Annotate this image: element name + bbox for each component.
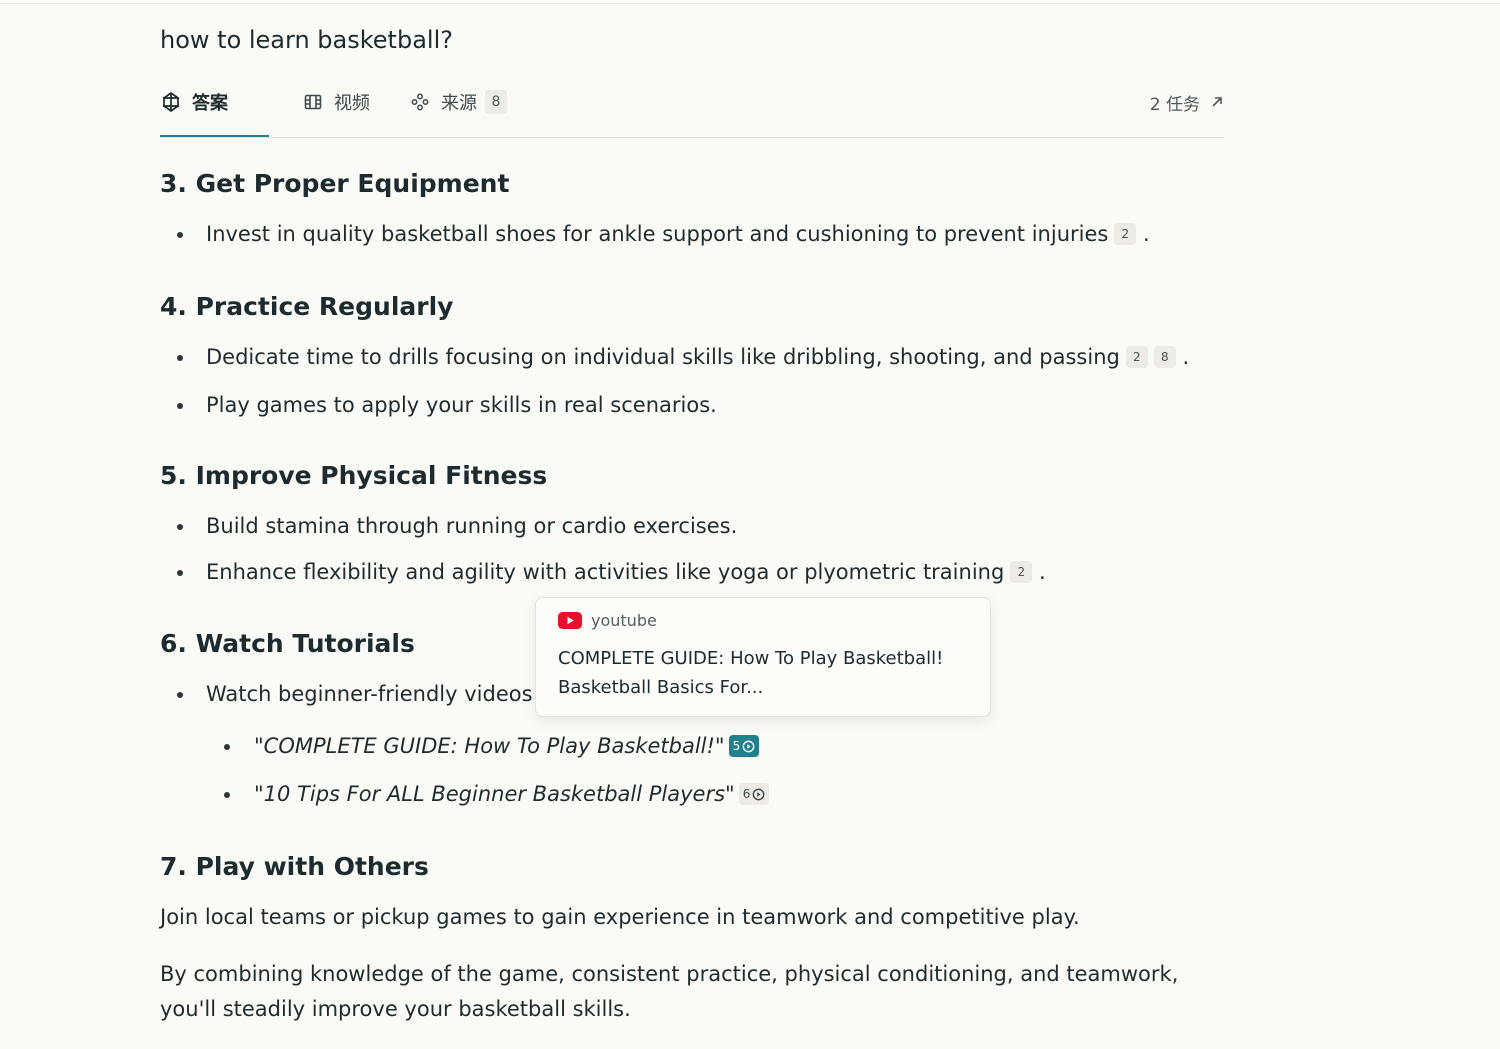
tasks-label: 2 任务 (1149, 94, 1200, 115)
query-title: how to learn basketball? (160, 26, 453, 54)
list-item: Play games to apply your skills in real … (177, 391, 717, 419)
youtube-icon (558, 612, 582, 629)
list-item: Dedicate time to drills focusing on indi… (176, 345, 1190, 369)
video-title: "10 Tips For ALL Beginner Basketball Pla… (254, 782, 735, 806)
source-preview-popup[interactable]: youtube COMPLETE GUIDE: How To Play Bask… (535, 597, 991, 717)
video-list-item: "COMPLETE GUIDE: How To Play Basketball!… (223, 732, 760, 760)
tab-answer[interactable]: 答案 (160, 86, 228, 118)
video-list-item: "10 Tips For ALL Beginner Basketball Pla… (223, 780, 770, 808)
tab-sources-label: 来源 (441, 93, 477, 114)
popup-title: COMPLETE GUIDE: How To Play Basketball! … (558, 648, 944, 698)
popup-source-name: youtube (591, 611, 657, 630)
video-citation-number: 6 (742, 787, 751, 801)
paragraph: Join local teams or pickup games to gain… (160, 905, 1080, 929)
sources-count-badge: 8 (485, 90, 507, 114)
tab-video-label: 视频 (334, 93, 370, 114)
section-heading: 6. Watch Tutorials (160, 629, 415, 658)
list-item: Build stamina through running or cardio … (176, 512, 738, 540)
video-citation-number: 5 (732, 739, 741, 753)
section-heading: 5. Improve Physical Fitness (160, 461, 548, 490)
video-citation-badge[interactable]: 6 (738, 783, 770, 805)
list-item-text: Build stamina through running or cardio … (206, 514, 738, 538)
play-circle-icon (752, 788, 765, 800)
citation-badge[interactable]: 8 (1153, 346, 1176, 368)
film-icon (302, 91, 324, 113)
citation-badge[interactable]: 2 (1010, 561, 1033, 583)
video-citation-badge[interactable]: 5 (728, 735, 760, 757)
summary-paragraph: By combining knowledge of the game, cons… (160, 962, 1179, 1021)
arrow-up-right-icon (1210, 95, 1224, 109)
list-item: Enhance flexibility and agility with act… (177, 560, 1046, 584)
tab-answer-label: 答案 (192, 93, 228, 114)
list-item-text: Play games to apply your skills in real … (206, 393, 717, 417)
tasks-link[interactable]: 2 任务 (1150, 86, 1224, 118)
sources-dots-icon (409, 91, 431, 113)
perplexity-logo-icon (160, 91, 182, 113)
section-heading: 4. Practice Regularly (160, 292, 454, 321)
citation-badge[interactable]: 2 (1125, 346, 1148, 368)
play-circle-icon (742, 740, 755, 752)
list-item-text: Enhance flexibility and agility with act… (206, 560, 1005, 584)
list-item: Watch beginner-friendly videos (177, 680, 533, 708)
tab-video[interactable]: 视频 (302, 86, 370, 118)
section-heading: 7. Play with Others (160, 852, 429, 881)
popup-source: youtube (558, 611, 657, 630)
tabs-divider (160, 137, 1224, 138)
citation-badge[interactable]: 2 (1114, 223, 1137, 245)
list-item: Invest in quality basketball shoes for a… (177, 222, 1150, 246)
list-item-text: Watch beginner-friendly videos (206, 682, 533, 706)
top-divider (0, 3, 1500, 4)
list-item-text: Dedicate time to drills focusing on indi… (206, 345, 1120, 369)
video-title: "COMPLETE GUIDE: How To Play Basketball!… (254, 734, 725, 758)
section-heading: 3. Get Proper Equipment (160, 169, 510, 198)
result-tabs: 答案 视频 来源 8 2 任务 (160, 82, 1224, 138)
tab-sources[interactable]: 来源 8 (409, 86, 507, 118)
list-item-text: Invest in quality basketball shoes for a… (206, 222, 1109, 246)
